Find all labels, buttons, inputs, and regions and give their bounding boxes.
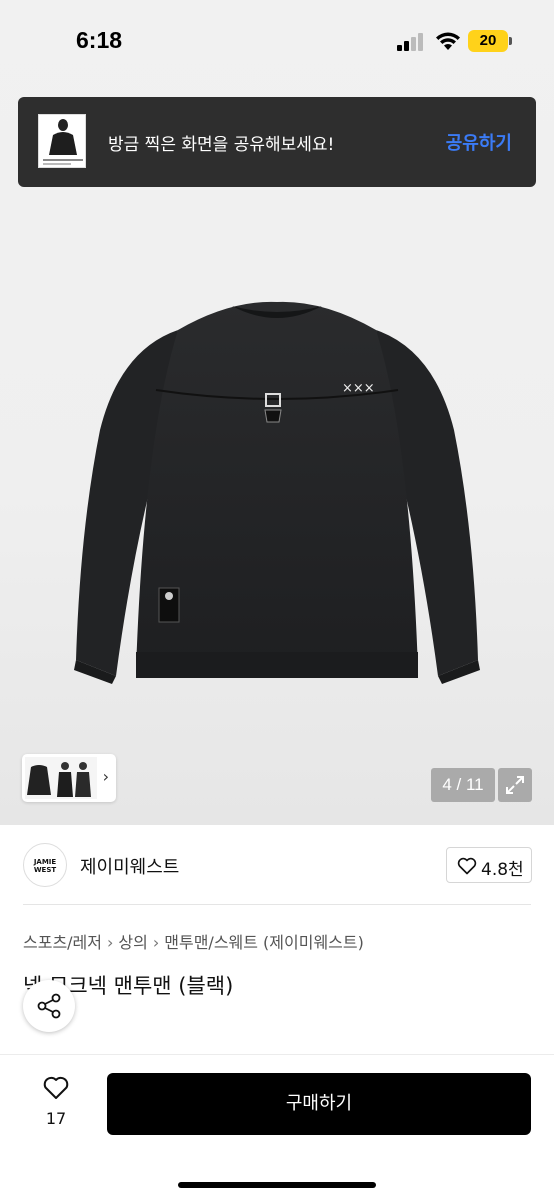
wifi-icon [436,32,460,50]
divider [23,904,531,905]
breadcrumb-item[interactable]: 상의 [118,933,147,952]
brand-like-count: 4.8천 [481,860,524,880]
heart-icon [43,1076,69,1099]
thumbnail-strip[interactable]: › [22,754,116,802]
share-toast: 방금 찍은 화면을 공유해보세요! 공유하기 [18,97,536,187]
brand-row[interactable]: JAMIE WEST 제이미웨스트 4.8천 [0,825,554,905]
brand-like-button[interactable]: 4.8천 [446,847,532,883]
status-bar: 6:18 20 [0,0,554,84]
breadcrumb-separator: › [107,933,114,952]
chevron-right-icon: › [102,767,109,786]
like-button[interactable]: 17 [30,1075,82,1135]
battery-nub [509,37,512,45]
signal-icon [397,33,423,51]
brand-logo-line1: JAMIE [33,858,57,866]
bottom-bar-divider [0,1054,554,1055]
sweatshirt-image: ××× [74,301,480,684]
brand-logo[interactable]: JAMIE WEST [23,843,67,887]
thumbnail-image-icon [27,762,91,797]
share-icon [37,993,61,1019]
gallery-counter: 4 / 11 [431,768,495,802]
expand-icon [506,776,524,794]
breadcrumb: 스포츠/레저 › 상의 › 맨투맨/스웨트 (제이미웨스트) [23,929,364,953]
product-image-area[interactable]: 6:18 20 방금 찍은 화면을 공유해보세요! 공유하기 ××× › 4 /… [0,0,554,825]
breadcrumb-item[interactable]: 맨투맨/스웨트 (제이미웨스트) [164,933,364,952]
breadcrumb-separator: › [152,933,160,952]
expand-button[interactable] [498,768,532,802]
thumbnail-preview [25,757,97,799]
brand-name[interactable]: 제이미웨스트 [80,853,179,879]
share-toast-message: 방금 찍은 화면을 공유해보세요! [108,135,335,155]
share-toast-action[interactable]: 공유하기 [446,129,512,155]
screenshot-thumbnail[interactable] [38,114,86,168]
battery-icon: 20 [468,30,508,52]
screenshot-preview-icon [39,115,85,167]
buy-button[interactable]: 구매하기 [107,1073,531,1135]
battery-level: 20 [479,32,497,49]
home-indicator [178,1182,376,1188]
share-button[interactable] [23,980,75,1032]
status-time: 6:18 [76,27,123,53]
svg-text:×××: ××× [342,381,375,396]
heart-icon [457,857,477,875]
breadcrumb-item[interactable]: 스포츠/레저 [23,933,102,952]
brand-logo-line2: WEST [33,866,57,874]
like-count: 17 [45,1109,67,1128]
